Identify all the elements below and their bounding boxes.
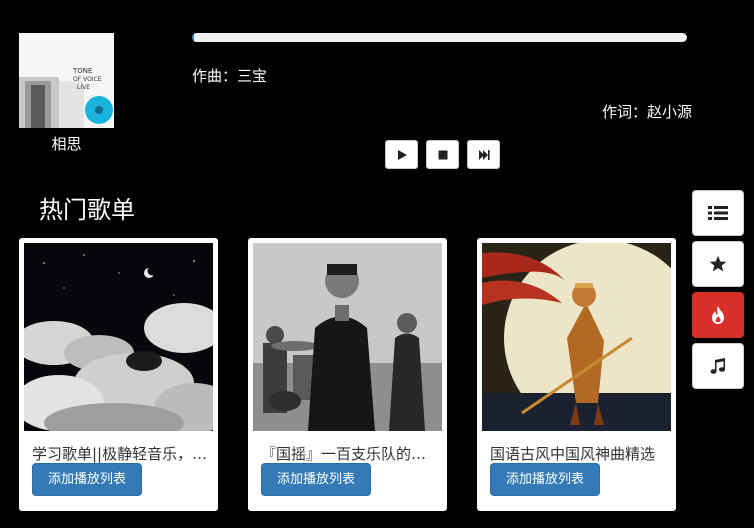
fire-icon [712, 306, 724, 324]
progress-bar[interactable] [192, 33, 687, 42]
playlist-card: 国语古风中国风神曲精选 添加播放列表 [477, 238, 676, 511]
svg-text:LIVE: LIVE [77, 84, 90, 91]
favorites-button[interactable] [692, 241, 744, 287]
playlist-card: 『国摇』一百支乐队的一百首歌 添加播放列表 [248, 238, 447, 511]
playlist-title[interactable]: 学习歌单||极静轻音乐，舒缓身心 [32, 443, 208, 464]
progress-fill [192, 33, 195, 42]
next-button[interactable] [467, 140, 500, 169]
playback-controls [385, 140, 500, 169]
playlist-cover[interactable] [482, 243, 671, 431]
music-icon [710, 358, 725, 374]
svg-text:TONE: TONE [72, 67, 92, 75]
now-playing-title: 相思 [51, 135, 82, 153]
section-title: 热门歌单 [39, 196, 135, 224]
playlist-card: 学习歌单||极静轻音乐，舒缓身心 添加播放列表 [19, 238, 218, 511]
add-to-playlist-button[interactable]: 添加播放列表 [261, 463, 371, 496]
playlist-title[interactable]: 『国摇』一百支乐队的一百首歌 [261, 443, 437, 464]
playlist-menu-button[interactable] [692, 190, 744, 236]
music-button[interactable] [692, 343, 744, 389]
stop-button[interactable] [426, 140, 459, 169]
album-cover: TONE OF VOICE LIVE [19, 33, 114, 128]
lyricist-text: 作词：赵小源 [601, 103, 692, 121]
stop-icon [438, 150, 447, 159]
composer-text: 作曲：三宝 [192, 67, 268, 85]
playlist-cover[interactable] [24, 243, 213, 431]
list-icon [708, 206, 728, 220]
hot-playlists-button[interactable] [692, 292, 744, 338]
add-to-playlist-button[interactable]: 添加播放列表 [32, 463, 142, 496]
play-button[interactable] [385, 140, 418, 169]
svg-text:OF VOICE: OF VOICE [73, 76, 102, 83]
playlist-title[interactable]: 国语古风中国风神曲精选 [490, 443, 666, 464]
star-icon [709, 255, 727, 272]
step-forward-icon [478, 149, 490, 160]
add-to-playlist-button[interactable]: 添加播放列表 [490, 463, 600, 496]
play-icon [397, 149, 407, 160]
playlist-cover[interactable] [253, 243, 442, 431]
